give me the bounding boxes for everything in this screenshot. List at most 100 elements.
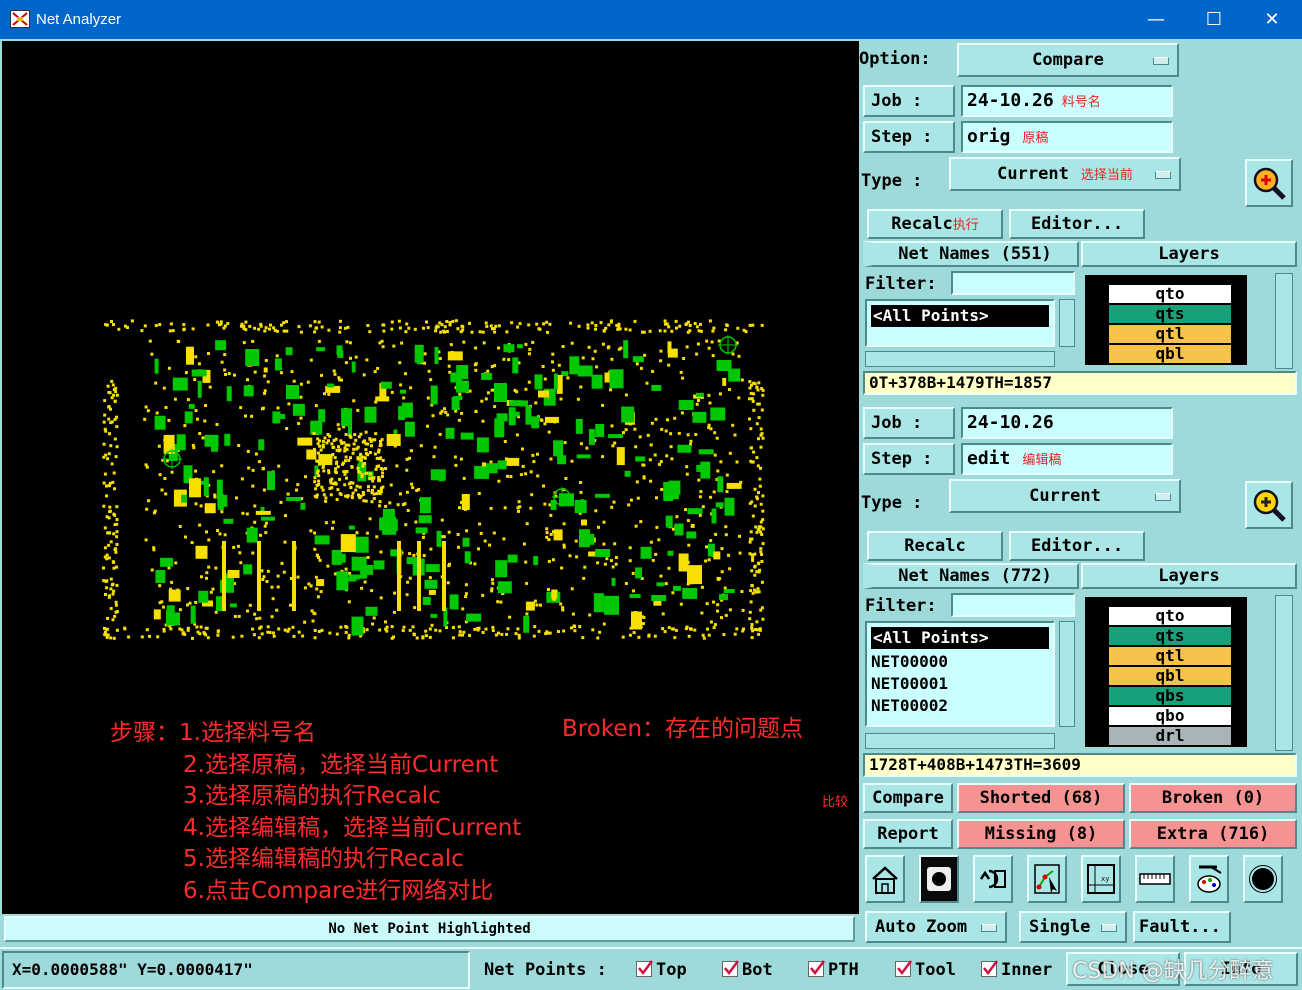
top-checkbox[interactable]: Top bbox=[636, 960, 687, 980]
auto-zoom-dropdown[interactable]: Auto Zoom bbox=[865, 911, 1007, 943]
pcb-feature bbox=[590, 321, 594, 325]
pcb-feature bbox=[697, 329, 701, 333]
coordinates-button[interactable]: xy bbox=[1081, 855, 1121, 903]
bottom-job-field[interactable]: 24-10.26 bbox=[961, 407, 1173, 439]
extra-button[interactable]: Extra (716) bbox=[1129, 819, 1297, 849]
pcb-feature bbox=[591, 628, 595, 632]
pcb-feature bbox=[587, 345, 591, 349]
pcb-feature bbox=[384, 504, 388, 508]
zoom-top-button[interactable] bbox=[1245, 159, 1293, 207]
pcb-canvas[interactable]: 步骤：1.选择料号名 2.选择原稿，选择当前Current 3.选择原稿的执行R… bbox=[2, 41, 859, 914]
pcb-feature bbox=[489, 460, 493, 464]
broken-button[interactable]: Broken (0) bbox=[1129, 783, 1297, 813]
top-list-vscroll[interactable] bbox=[1059, 299, 1075, 347]
bottom-list-vscroll[interactable] bbox=[1059, 621, 1075, 727]
top-netnames-header[interactable]: Net Names (551) bbox=[863, 241, 1079, 267]
pcb-feature bbox=[484, 321, 488, 325]
pcb-feature bbox=[609, 559, 613, 563]
inner-checkbox[interactable]: Inner bbox=[981, 960, 1052, 980]
list-item[interactable]: NET00002 bbox=[867, 695, 1053, 717]
bottom-list-hscroll[interactable] bbox=[865, 733, 1055, 749]
pcb-feature bbox=[559, 397, 563, 401]
pcb-feature bbox=[438, 321, 442, 325]
bottom-layers-header[interactable]: Layers bbox=[1081, 563, 1297, 589]
stop-tool-button[interactable] bbox=[1243, 855, 1283, 903]
layer-qtl[interactable]: qtl bbox=[1109, 647, 1231, 665]
pcb-feature bbox=[268, 327, 271, 331]
pcb-feature bbox=[296, 575, 300, 579]
list-item[interactable]: NET00001 bbox=[867, 673, 1053, 695]
missing-button[interactable]: Missing (8) bbox=[957, 819, 1125, 849]
list-item[interactable]: <All Points> bbox=[871, 305, 1049, 327]
layer-qbl[interactable]: qbl bbox=[1109, 345, 1231, 363]
layer-qto[interactable]: qto bbox=[1109, 607, 1231, 625]
layer-qts[interactable]: qts bbox=[1109, 305, 1231, 323]
layer-qts[interactable]: qts bbox=[1109, 627, 1231, 645]
top-layers-header[interactable]: Layers bbox=[1081, 241, 1297, 267]
bottom-step-field[interactable]: edit 编辑稿 bbox=[961, 443, 1173, 475]
pcb-feature bbox=[761, 494, 765, 498]
minimize-button[interactable]: — bbox=[1127, 0, 1185, 39]
pcb-feature bbox=[719, 460, 723, 464]
pcb-feature bbox=[474, 346, 478, 350]
report-button[interactable]: Report bbox=[863, 819, 953, 849]
pcb-feature bbox=[481, 419, 485, 423]
maximize-button[interactable]: ☐ bbox=[1185, 0, 1243, 39]
bottom-filter-input[interactable] bbox=[951, 593, 1075, 617]
pcb-feature bbox=[223, 518, 234, 524]
settings-tool-button[interactable] bbox=[1189, 855, 1229, 903]
layer-qbl[interactable]: qbl bbox=[1109, 667, 1231, 685]
compare-button[interactable]: Compare bbox=[863, 783, 953, 813]
pcb-feature bbox=[426, 424, 429, 428]
top-recalc-button[interactable]: Recalc执行 bbox=[867, 209, 1003, 239]
select-net-button[interactable] bbox=[1027, 855, 1067, 903]
home-tool-button[interactable] bbox=[865, 855, 905, 903]
pcb-feature bbox=[712, 326, 716, 330]
pcb-feature bbox=[742, 328, 746, 332]
top-type-dropdown[interactable]: Current 选择当前 bbox=[949, 157, 1181, 191]
pcb-feature bbox=[481, 372, 493, 380]
top-job-field[interactable]: 24-10.26 料号名 bbox=[961, 85, 1173, 117]
bottom-type-dropdown[interactable]: Current bbox=[949, 479, 1181, 513]
pcb-feature bbox=[316, 437, 320, 441]
measure-tool-button[interactable] bbox=[1135, 855, 1175, 903]
bottom-layer-vscroll[interactable] bbox=[1275, 595, 1293, 751]
top-layer-list[interactable]: qto qts qtl qbl bbox=[1085, 275, 1247, 365]
pth-checkbox[interactable]: PTH bbox=[808, 960, 859, 980]
bottom-layer-list[interactable]: qto qts qtl qbl qbs qbo drl bbox=[1085, 597, 1247, 747]
bot-checkbox[interactable]: Bot bbox=[722, 960, 773, 980]
pcb-feature bbox=[186, 626, 190, 630]
single-dropdown[interactable]: Single bbox=[1019, 911, 1127, 943]
undo-view-button[interactable] bbox=[973, 855, 1013, 903]
fault-button[interactable]: Fault... bbox=[1133, 911, 1231, 943]
pcb-feature bbox=[728, 388, 731, 391]
top-editor-button[interactable]: Editor... bbox=[1009, 209, 1145, 239]
top-filter-input[interactable] bbox=[951, 271, 1075, 295]
top-list-hscroll[interactable] bbox=[865, 351, 1055, 367]
close-window-button[interactable]: ✕ bbox=[1243, 0, 1301, 39]
bottom-net-list[interactable]: <All Points> NET00000 NET00001 NET00002 bbox=[865, 621, 1055, 727]
bottom-netnames-header[interactable]: Net Names (772) bbox=[863, 563, 1079, 589]
pad-tool-button[interactable] bbox=[919, 855, 959, 903]
layer-drl[interactable]: drl bbox=[1109, 727, 1231, 745]
top-net-list[interactable]: <All Points> bbox=[865, 299, 1055, 347]
pcb-feature bbox=[751, 323, 755, 327]
layer-qtl[interactable]: qtl bbox=[1109, 325, 1231, 343]
tool-checkbox[interactable]: Tool bbox=[895, 960, 956, 980]
shorted-button[interactable]: Shorted (68) bbox=[957, 783, 1125, 813]
pcb-feature bbox=[622, 431, 625, 435]
layer-qbo[interactable]: qbo bbox=[1109, 707, 1231, 725]
list-item[interactable]: <All Points> bbox=[871, 627, 1049, 649]
layer-qbs[interactable]: qbs bbox=[1109, 687, 1231, 705]
option-dropdown[interactable]: Compare bbox=[957, 43, 1179, 77]
zoom-bottom-button[interactable] bbox=[1245, 481, 1293, 529]
top-layer-vscroll[interactable] bbox=[1275, 273, 1293, 369]
bottom-recalc-button[interactable]: Recalc bbox=[867, 531, 1003, 561]
pcb-feature bbox=[748, 610, 752, 614]
layer-qto[interactable]: qto bbox=[1109, 285, 1231, 303]
pcb-feature bbox=[212, 470, 216, 474]
list-item[interactable]: NET00000 bbox=[867, 651, 1053, 673]
bottom-editor-button[interactable]: Editor... bbox=[1009, 531, 1145, 561]
top-step-field[interactable]: orig 原稿 bbox=[961, 121, 1173, 153]
pcb-feature bbox=[447, 364, 451, 368]
